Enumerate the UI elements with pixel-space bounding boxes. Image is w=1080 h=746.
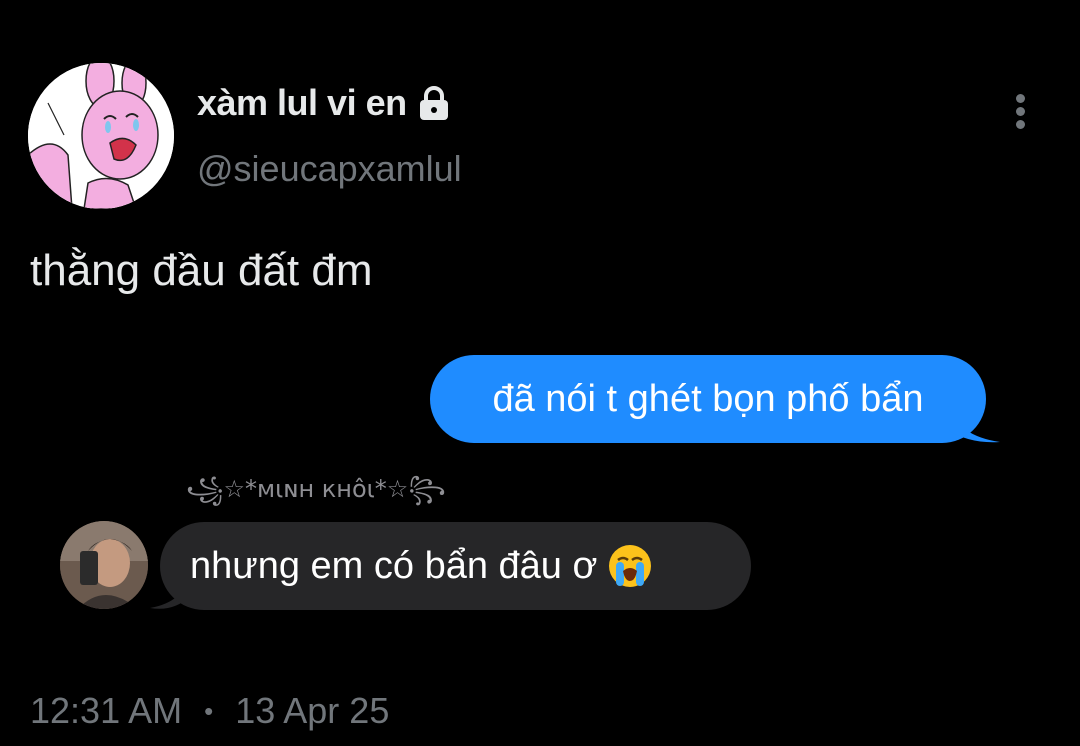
outgoing-bubble-tail — [948, 406, 1000, 443]
contact-avatar — [60, 521, 148, 609]
loudly-crying-face-icon — [607, 543, 653, 589]
tweet-timestamp[interactable]: 12:31 AM • 13 Apr 25 — [30, 690, 389, 732]
more-dot — [1016, 107, 1025, 116]
profile-handle[interactable]: @sieucapxamlul — [197, 148, 462, 190]
outgoing-message-text: đã nói t ghét bọn phố bẩn — [492, 377, 924, 420]
outgoing-message-bubble: đã nói t ghét bọn phố bẩn — [430, 355, 986, 443]
incoming-message-bubble: nhưng em có bẩn đâu ơ — [160, 522, 751, 610]
tweet-date[interactable]: 13 Apr 25 — [235, 690, 389, 732]
profile-display-name-row[interactable]: xàm lul vi en — [197, 82, 451, 124]
tweet-time[interactable]: 12:31 AM — [30, 690, 182, 732]
more-options-button[interactable] — [1004, 88, 1038, 134]
more-vertical-icon — [1016, 94, 1025, 103]
bunny-avatar-icon — [28, 63, 174, 209]
incoming-message-text: nhưng em có bẩn đâu ơ — [190, 544, 598, 587]
more-dot — [1016, 120, 1025, 129]
lock-icon — [417, 85, 451, 121]
tweet-text: thằng đầu đất đm — [30, 246, 373, 295]
chat-sender-name: ꧁☆*мιɴн кнôι*☆꧂ — [186, 475, 446, 503]
timestamp-separator: • — [204, 695, 214, 726]
profile-display-name[interactable]: xàm lul vi en — [197, 82, 407, 124]
profile-avatar[interactable] — [28, 63, 174, 209]
